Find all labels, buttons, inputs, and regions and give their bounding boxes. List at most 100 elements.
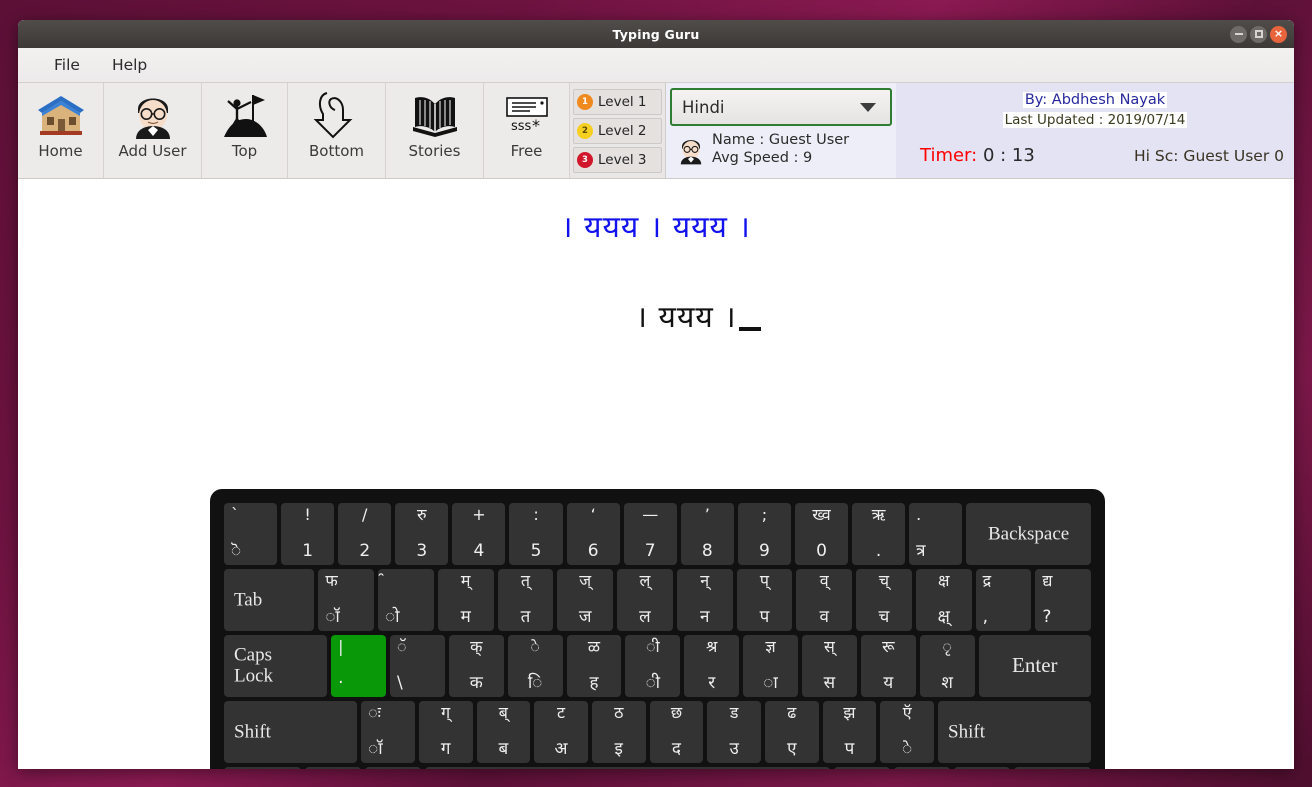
- key-period[interactable]: झप: [822, 701, 877, 763]
- key-y-upper: ल्: [639, 571, 651, 590]
- key-1[interactable]: ! 1: [281, 503, 335, 565]
- key-equals[interactable]: . त्र: [909, 503, 963, 565]
- key-g-upper: ळ: [587, 637, 601, 656]
- key-tab[interactable]: Tab: [224, 569, 315, 631]
- key-h-upper: ी: [646, 637, 660, 656]
- key-k[interactable]: ज्ञा: [743, 635, 798, 697]
- key-k-lower: ा: [763, 673, 778, 694]
- menu-file[interactable]: File: [54, 56, 80, 74]
- user-avg-speed-line: Avg Speed : 9: [712, 149, 813, 166]
- toolbar-button-stories[interactable]: Stories: [386, 83, 484, 178]
- author-text: By: Abdhesh Nayak: [1022, 92, 1168, 108]
- key-rwin[interactable]: Win: [893, 767, 950, 769]
- menu-help[interactable]: Help: [112, 56, 147, 74]
- language-and-user-panel: Hindi Name : Guest User Avg Speed: 9: [666, 83, 896, 178]
- key-b-lower: इ: [614, 739, 623, 760]
- key-lwin[interactable]: Win: [305, 767, 362, 769]
- key-a[interactable]: | ·: [331, 635, 386, 697]
- key-minus[interactable]: ऋ.: [852, 503, 906, 565]
- key-backquote[interactable]: `ॆ: [224, 503, 278, 565]
- key-comma[interactable]: ढए: [764, 701, 819, 763]
- chevron-down-icon: [860, 102, 876, 112]
- key-q[interactable]: फॉ: [318, 569, 375, 631]
- key-backspace[interactable]: Backspace: [966, 503, 1091, 565]
- key-x[interactable]: ग् ग: [418, 701, 473, 763]
- key-period-upper: झ: [843, 703, 856, 722]
- key-ralt[interactable]: Alt: [833, 767, 890, 769]
- minimize-button[interactable]: [1230, 25, 1247, 43]
- key-f[interactable]: ेि: [507, 635, 563, 697]
- key-3[interactable]: रु 3: [395, 503, 449, 565]
- key-j[interactable]: श्र र: [684, 635, 740, 697]
- key-rctrl[interactable]: Ctrl: [1013, 767, 1091, 769]
- key-p[interactable]: च् च: [856, 569, 912, 631]
- key-u[interactable]: न् न: [676, 569, 733, 631]
- key-space[interactable]: [425, 767, 830, 769]
- language-dropdown[interactable]: Hindi: [670, 88, 892, 126]
- key-t-lower: ज: [578, 607, 592, 628]
- level-button-2[interactable]: 2 Level 2: [573, 117, 662, 144]
- key-rshift-label: Shift: [948, 721, 985, 743]
- key-b[interactable]: ठइ: [591, 701, 646, 763]
- key-2[interactable]: /2: [338, 503, 392, 565]
- key-l[interactable]: स् स: [802, 635, 857, 697]
- key-8[interactable]: ’ 8: [680, 503, 734, 565]
- key-fn[interactable]: Fn: [953, 767, 1010, 769]
- key-h[interactable]: ीी: [625, 635, 681, 697]
- key-tab-label: Tab: [234, 589, 263, 611]
- key-d[interactable]: क् क: [448, 635, 504, 697]
- key-4[interactable]: +4: [452, 503, 506, 565]
- key-lbracket-lower: क्ष्: [937, 607, 950, 628]
- key-l-lower: स: [823, 673, 836, 694]
- key-c[interactable]: ब् ब: [476, 701, 531, 763]
- key-backslash[interactable]: द्य?: [1035, 569, 1092, 631]
- key-rbracket[interactable]: द्र,: [975, 569, 1032, 631]
- key-6[interactable]: ‘6: [566, 503, 620, 565]
- key-g[interactable]: ळह: [566, 635, 622, 697]
- key-r[interactable]: त् त: [497, 569, 554, 631]
- key-enter[interactable]: Enter: [978, 635, 1092, 697]
- toolbar-button-top[interactable]: Top: [202, 83, 288, 178]
- key-w[interactable]: ̑ो: [378, 569, 434, 631]
- key-lshift[interactable]: Shift: [224, 701, 358, 763]
- key-y[interactable]: ल् ल: [617, 569, 673, 631]
- key-z[interactable]: ःॉ: [361, 701, 415, 763]
- key-m[interactable]: डउ: [707, 701, 761, 763]
- key-e[interactable]: म् म: [437, 569, 494, 631]
- key-lalt[interactable]: Alt: [365, 767, 422, 769]
- key-0[interactable]: ख्व 0: [794, 503, 849, 565]
- high-score: Hi Sc: Guest User 0: [1134, 147, 1284, 165]
- toolbar-label-home: Home: [38, 142, 83, 160]
- key-n[interactable]: छद: [649, 701, 704, 763]
- toolbar-button-add-user[interactable]: Add User: [104, 83, 202, 178]
- key-lbracket[interactable]: क्ष क्ष्: [915, 569, 972, 631]
- key-rshift[interactable]: Shift: [938, 701, 1092, 763]
- key-o-upper: व्: [819, 571, 829, 590]
- key-g-lower: ह: [589, 673, 599, 694]
- toolbar-button-bottom[interactable]: Bottom: [288, 83, 386, 178]
- key-rbracket-upper: द्र: [982, 571, 992, 590]
- key-t[interactable]: ज् ज: [557, 569, 614, 631]
- maximize-button[interactable]: [1250, 25, 1267, 43]
- close-icon: ×: [1273, 27, 1284, 40]
- key-v[interactable]: टअ: [534, 701, 588, 763]
- key-9-upper: ;: [761, 505, 768, 524]
- key-lctrl[interactable]: Ctrl: [224, 767, 302, 769]
- key-capslock[interactable]: Caps Lock: [224, 635, 328, 697]
- level-button-3[interactable]: 3 Level 3: [573, 146, 662, 173]
- key-7[interactable]: —7: [623, 503, 677, 565]
- key-o[interactable]: व् व: [796, 569, 853, 631]
- toolbar-button-free[interactable]: sss * Free: [484, 83, 570, 178]
- key-semicolon[interactable]: रू य: [860, 635, 916, 697]
- key-i[interactable]: प् प: [736, 569, 793, 631]
- close-button[interactable]: ×: [1270, 25, 1287, 43]
- key-s[interactable]: ॅ \: [389, 635, 445, 697]
- key-m-upper: ड: [729, 703, 739, 722]
- toolbar-button-home[interactable]: Home: [18, 83, 104, 178]
- window-title: Typing Guru: [612, 26, 700, 42]
- key-5[interactable]: :5: [509, 503, 563, 565]
- key-9[interactable]: ; 9: [737, 503, 791, 565]
- key-slash[interactable]: ऍे: [880, 701, 935, 763]
- key-quote[interactable]: ृ श: [919, 635, 975, 697]
- level-button-1[interactable]: 1 Level 1: [573, 88, 662, 115]
